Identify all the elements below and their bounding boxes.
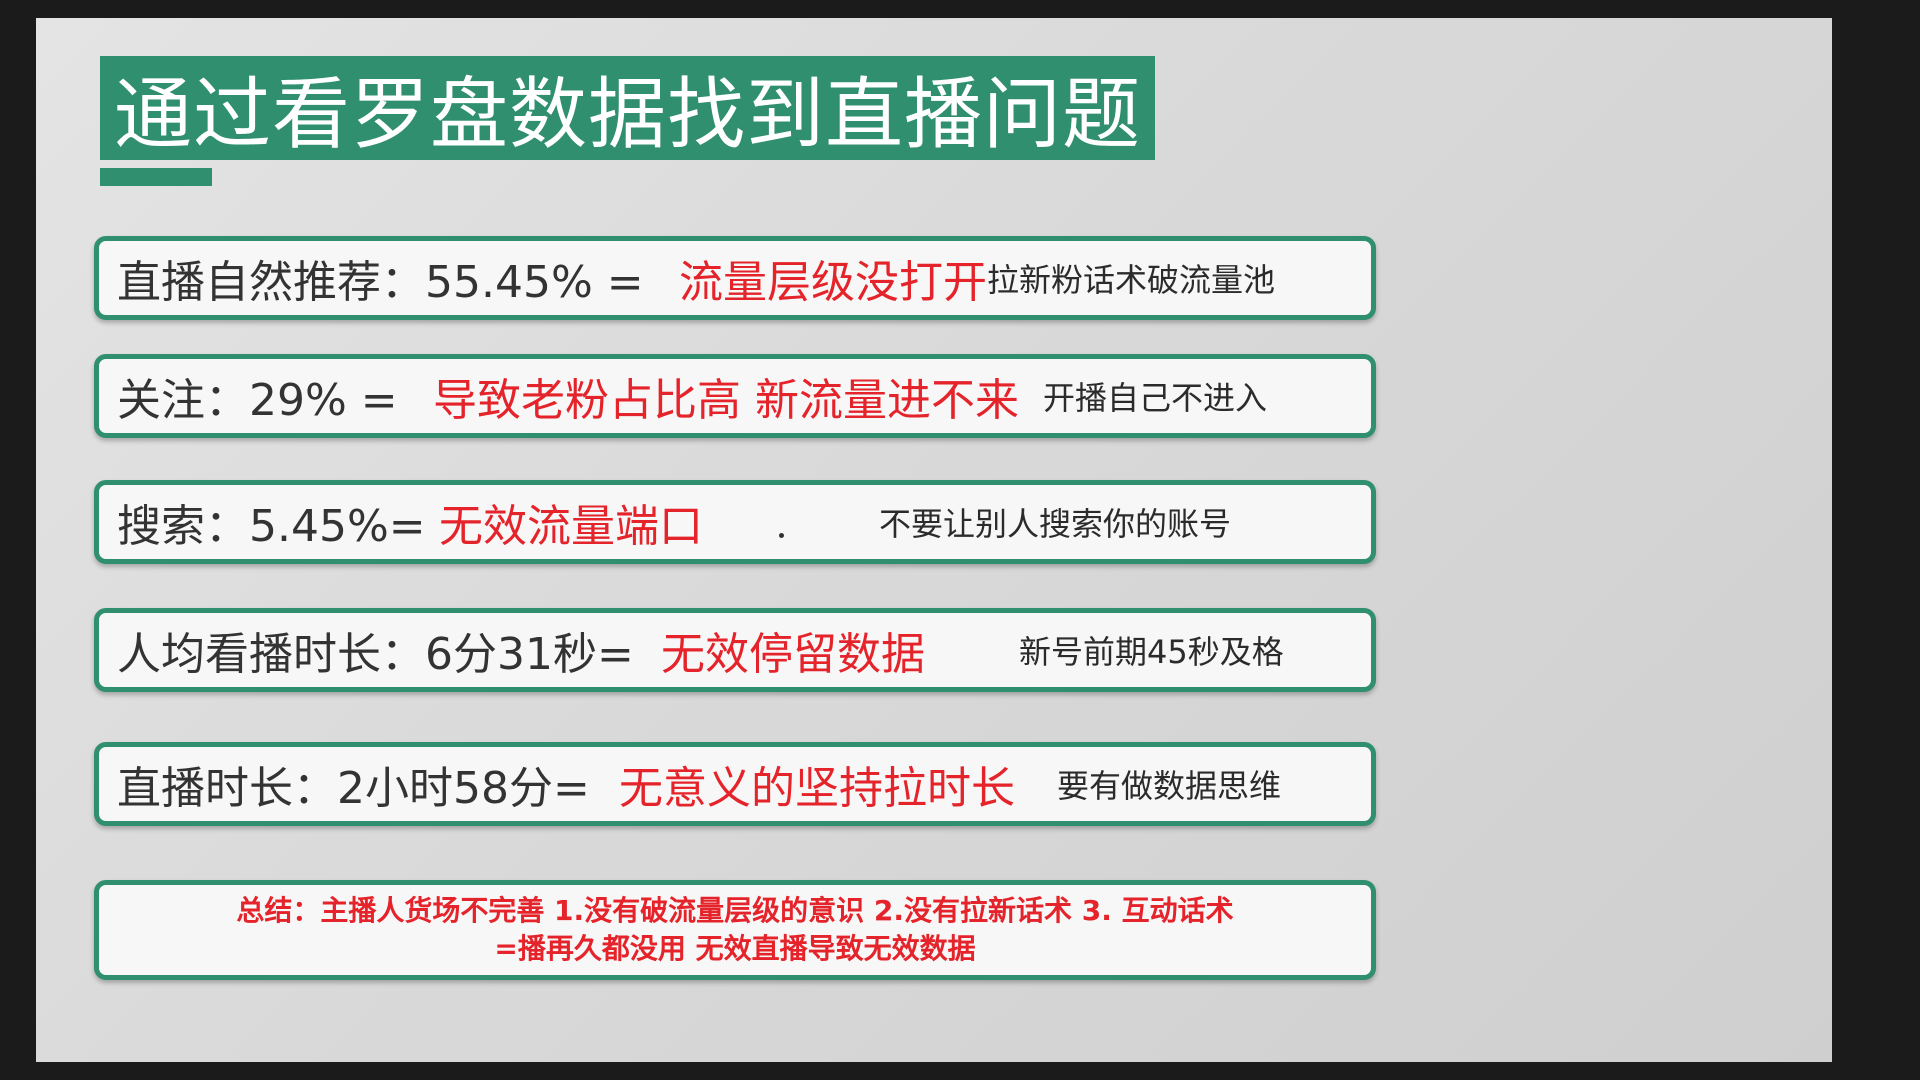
- summary-box: 总结：主播人货场不完善 1.没有破流量层级的意识 2.没有拉新话术 3. 互动话…: [94, 880, 1376, 980]
- summary-line-1: 总结：主播人货场不完善 1.没有破流量层级的意识 2.没有拉新话术 3. 互动话…: [236, 894, 1234, 927]
- metric-note: 新号前期45秒及格: [1019, 633, 1284, 671]
- metric-label: 直播自然推荐：55.45% =: [117, 257, 644, 308]
- metric-problem: 无效流量端口: [439, 501, 703, 552]
- metric-problem: 流量层级没打开: [679, 257, 987, 308]
- metric-problem: 无效停留数据: [661, 629, 925, 680]
- metric-label: 关注：29% =: [117, 375, 398, 426]
- metric-row-natural-recommend: 直播自然推荐：55.45% = 流量层级没打开 拉新粉话术破流量池: [94, 236, 1376, 320]
- metric-row-follow: 关注：29% = 导致老粉占比高 新流量进不来 开播自己不进入: [94, 354, 1376, 438]
- metric-note: 开播自己不进入: [1043, 379, 1268, 417]
- metric-problem: 导致老粉占比高 新流量进不来: [433, 375, 1019, 426]
- metric-label: 搜索：5.45%=: [117, 501, 426, 552]
- summary-line-2: =播再久都没用 无效直播导致无效数据: [494, 932, 976, 965]
- slide-title: 通过看罗盘数据找到直播问题: [114, 70, 1142, 160]
- title-underline-bar: [100, 168, 212, 186]
- metric-label: 人均看播时长：6分31秒=: [117, 629, 634, 680]
- metric-note: 拉新粉话术破流量池: [987, 261, 1276, 299]
- metric-row-live-duration: 直播时长：2小时58分= 无意义的坚持拉时长 要有做数据思维: [94, 742, 1376, 826]
- metric-row-avg-watch-time: 人均看播时长：6分31秒= 无效停留数据 新号前期45秒及格: [94, 608, 1376, 692]
- metric-problem: 无意义的坚持拉时长: [619, 763, 1015, 814]
- presentation-slide: 通过看罗盘数据找到直播问题 直播自然推荐：55.45% = 流量层级没打开 拉新…: [36, 18, 1832, 1062]
- stray-dot: [779, 533, 784, 538]
- metric-note: 不要让别人搜索你的账号: [879, 505, 1232, 543]
- metric-label: 直播时长：2小时58分=: [117, 763, 590, 814]
- metric-row-search: 搜索：5.45%= 无效流量端口 不要让别人搜索你的账号: [94, 480, 1376, 564]
- metric-note: 要有做数据思维: [1057, 767, 1282, 805]
- title-banner: 通过看罗盘数据找到直播问题: [100, 56, 1156, 160]
